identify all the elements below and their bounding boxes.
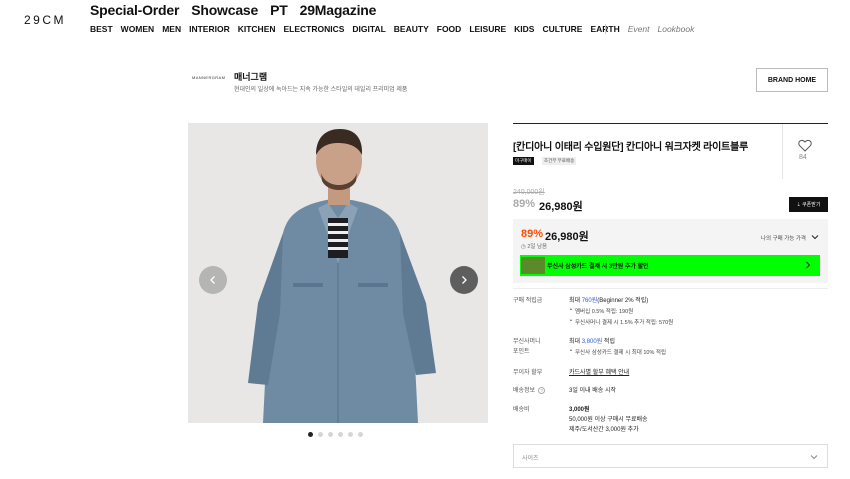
nav-29magazine[interactable]: 29Magazine bbox=[300, 2, 377, 18]
points-detail: 멤버십 0.5% 적립: 190원 bbox=[570, 307, 633, 315]
product-tag: 미구매이 bbox=[513, 157, 534, 165]
category-best[interactable]: BEST bbox=[90, 24, 113, 34]
nav-special-order[interactable]: Special-Order bbox=[90, 2, 179, 18]
chevron-right-icon bbox=[806, 261, 811, 269]
card-image bbox=[521, 257, 545, 274]
shipping-fee: 3,000원 bbox=[569, 407, 590, 413]
gallery-dot[interactable] bbox=[358, 432, 363, 437]
size-select-placeholder: 사이즈 bbox=[522, 456, 539, 462]
size-select[interactable]: 사이즈 bbox=[513, 444, 828, 468]
product-header-divider bbox=[513, 123, 828, 124]
chevron-left-icon bbox=[210, 276, 215, 284]
model-photo bbox=[188, 123, 488, 423]
coupon-button[interactable]: ⇣ 쿠폰받기 bbox=[789, 197, 828, 212]
chevron-down-icon bbox=[810, 455, 818, 460]
heart-icon[interactable] bbox=[798, 139, 812, 152]
my-price-box: 89% 26,980원 ◷ 2일 남음 나의 구매 가능 가격 무신사 삼성카드… bbox=[513, 219, 828, 283]
category-leisure[interactable]: LEISURE bbox=[469, 24, 506, 34]
free-shipping-condition: 50,000원 이상 구매시 무료배송 bbox=[569, 417, 648, 423]
installment-label: 무이자 할부 bbox=[513, 370, 543, 376]
points-value: 최대 760원(Beginner 2% 적립) bbox=[569, 298, 649, 304]
category-beauty[interactable]: BEAUTY bbox=[394, 24, 429, 34]
points-label: 구매 적립금 bbox=[513, 298, 543, 304]
gallery-dots bbox=[308, 432, 363, 437]
top-nav: Special-Order Showcase PT 29Magazine bbox=[90, 2, 376, 18]
category-culture[interactable]: CULTURE bbox=[542, 24, 582, 34]
points-detail: 무신사머니 결제 시 1.5% 추가 적립: 570원 bbox=[570, 318, 673, 326]
category-nav: BEST WOMEN MEN INTERIOR KITCHEN ELECTRON… bbox=[90, 24, 694, 34]
gallery-dot[interactable] bbox=[328, 432, 333, 437]
money-detail: 무신사 삼성카드 결제 시 최대 10% 적립 bbox=[570, 348, 666, 356]
nav-showcase[interactable]: Showcase bbox=[191, 2, 258, 18]
my-price-toggle-label[interactable]: 나의 구매 가능 가격 bbox=[761, 234, 806, 242]
category-kids[interactable]: KIDS bbox=[514, 24, 534, 34]
gallery-dot[interactable] bbox=[318, 432, 323, 437]
category-food[interactable]: FOOD bbox=[437, 24, 462, 34]
card-promo-banner[interactable]: 무신사 삼성카드 결제 시 3만원 추가 할인 bbox=[520, 255, 820, 276]
delivery-info-label: 배송정보? bbox=[513, 385, 546, 394]
money-label: 무신사머니 bbox=[513, 339, 541, 345]
money-value: 최대 3,800원 적립 bbox=[569, 339, 615, 345]
category-women[interactable]: WOMEN bbox=[121, 24, 155, 34]
island-shipping-fee: 제주/도서산간 3,000원 추가 bbox=[569, 427, 639, 433]
category-interior[interactable]: INTERIOR bbox=[189, 24, 230, 34]
nav-pt[interactable]: PT bbox=[270, 2, 288, 18]
category-men[interactable]: MEN bbox=[162, 24, 181, 34]
product-image[interactable] bbox=[188, 123, 488, 423]
category-electronics[interactable]: ELECTRONICS bbox=[284, 24, 345, 34]
my-price: 26,980원 bbox=[545, 231, 589, 243]
brand-description: 현대인의 일상에 녹아드는 지속 가능한 스타일의 데일리 프리미엄 제품 bbox=[234, 87, 408, 93]
category-digital[interactable]: DIGITAL bbox=[352, 24, 385, 34]
like-count: 84 bbox=[799, 154, 807, 161]
gallery-dot[interactable] bbox=[308, 432, 313, 437]
info-divider bbox=[513, 288, 828, 289]
sale-price: 26,980원 bbox=[539, 201, 583, 213]
like-divider bbox=[782, 124, 783, 179]
time-left: ◷ 2일 남음 bbox=[521, 244, 548, 250]
gallery-next-button[interactable] bbox=[450, 266, 478, 294]
money-label-line2: 포인트 bbox=[513, 349, 530, 355]
chevron-down-icon[interactable] bbox=[811, 233, 819, 241]
help-icon[interactable]: ? bbox=[538, 386, 546, 394]
site-logo[interactable]: 29CM bbox=[24, 13, 66, 27]
free-shipping-tag: 조건부 무료배송 bbox=[542, 157, 577, 165]
nav-lookbook[interactable]: Lookbook bbox=[657, 24, 694, 34]
brand-home-button[interactable]: BRAND HOME bbox=[756, 68, 828, 92]
gallery-prev-button[interactable] bbox=[199, 266, 227, 294]
my-discount-rate: 89% bbox=[521, 228, 544, 240]
gallery-dot[interactable] bbox=[338, 432, 343, 437]
discount-rate: 89% bbox=[513, 198, 536, 210]
card-promo-text: 무신사 삼성카드 결제 시 3만원 추가 할인 bbox=[547, 264, 649, 270]
delivery-info-value: 3일 이내 배송 시작 bbox=[569, 388, 616, 394]
gallery-dot[interactable] bbox=[348, 432, 353, 437]
nav-event[interactable]: Event bbox=[628, 24, 650, 34]
category-kitchen[interactable]: KITCHEN bbox=[238, 24, 276, 34]
chevron-right-icon bbox=[462, 276, 467, 284]
original-price: 240,000원 bbox=[513, 189, 545, 196]
brand-name[interactable]: 매너그램 bbox=[234, 70, 267, 83]
nav-divider bbox=[605, 24, 606, 34]
shipping-label: 배송비 bbox=[513, 407, 530, 413]
product-title: [칸디아니 이태리 수입원단] 칸디아니 워크자켓 라이트블루 bbox=[513, 142, 749, 153]
installment-link[interactable]: 카드사별 할부 혜택 안내 bbox=[569, 367, 629, 376]
brand-logo[interactable]: MANNERGRAM bbox=[192, 75, 225, 80]
